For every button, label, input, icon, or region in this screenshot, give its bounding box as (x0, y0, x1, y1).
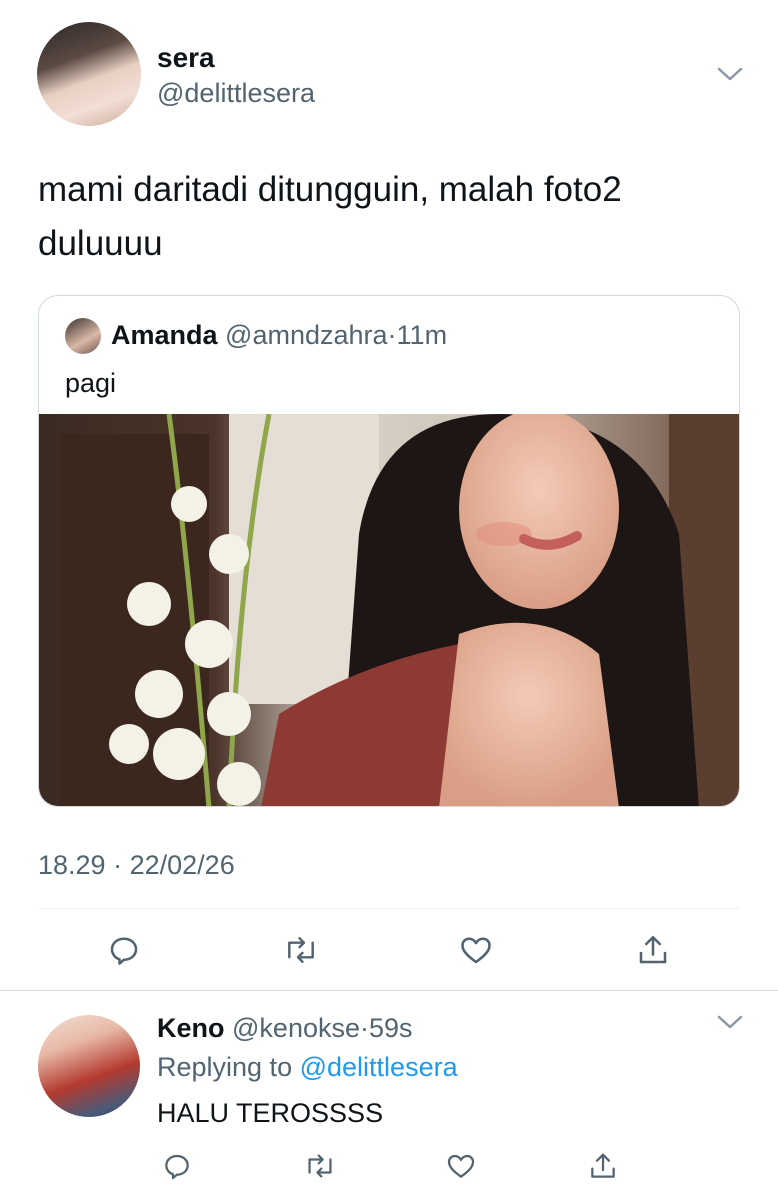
share-icon[interactable] (633, 930, 673, 970)
chevron-down-icon[interactable] (716, 64, 744, 84)
quote-author-handle: @amndzahra (225, 320, 388, 350)
replying-to-label: Replying to (157, 1052, 293, 1082)
like-icon[interactable] (441, 1146, 481, 1186)
chevron-down-icon[interactable] (716, 1012, 744, 1032)
retweet-icon[interactable] (300, 1146, 340, 1186)
divider (0, 990, 778, 991)
reply-author-avatar[interactable] (38, 1015, 140, 1117)
reply-author-handle[interactable]: @kenokse (232, 1013, 360, 1043)
quote-author-avatar (65, 318, 101, 354)
tweet-timestamp: 18.29 · 22/02/26 (38, 850, 235, 881)
author-name[interactable]: sera (157, 42, 215, 74)
quote-header: Amanda @amndzahra·11m (111, 320, 447, 351)
quote-time: 11m (396, 320, 448, 350)
reply-separator: · (360, 1013, 369, 1043)
timestamp-separator: · (113, 850, 123, 880)
quote-text: pagi (65, 368, 117, 398)
reply-header: Keno @kenokse·59s (157, 1013, 413, 1044)
reply-author-name[interactable]: Keno (157, 1013, 225, 1043)
replying-to-handle[interactable]: @delittlesera (300, 1052, 458, 1082)
replying-to: Replying to @delittlesera (157, 1052, 458, 1083)
share-icon[interactable] (583, 1146, 623, 1186)
author-handle[interactable]: @delittlesera (157, 78, 315, 109)
like-icon[interactable] (456, 930, 496, 970)
quoted-tweet[interactable]: Amanda @amndzahra·11m pagi (38, 295, 740, 807)
comment-icon[interactable] (104, 930, 144, 970)
quote-photo[interactable] (39, 414, 739, 806)
tweet-time: 18.29 (38, 850, 106, 880)
tweet-date: 22/02/26 (129, 850, 235, 880)
tweet-text: mami daritadi ditungguin, malah foto2 du… (38, 170, 622, 263)
comment-icon[interactable] (157, 1146, 197, 1186)
author-avatar[interactable] (37, 22, 141, 126)
reply-time: 59s (369, 1013, 413, 1043)
retweet-icon[interactable] (281, 930, 321, 970)
reply-text: HALU TEROSSSS (157, 1098, 384, 1128)
divider (38, 908, 740, 909)
quote-author-name: Amanda (111, 320, 218, 350)
quote-separator: · (387, 320, 397, 350)
